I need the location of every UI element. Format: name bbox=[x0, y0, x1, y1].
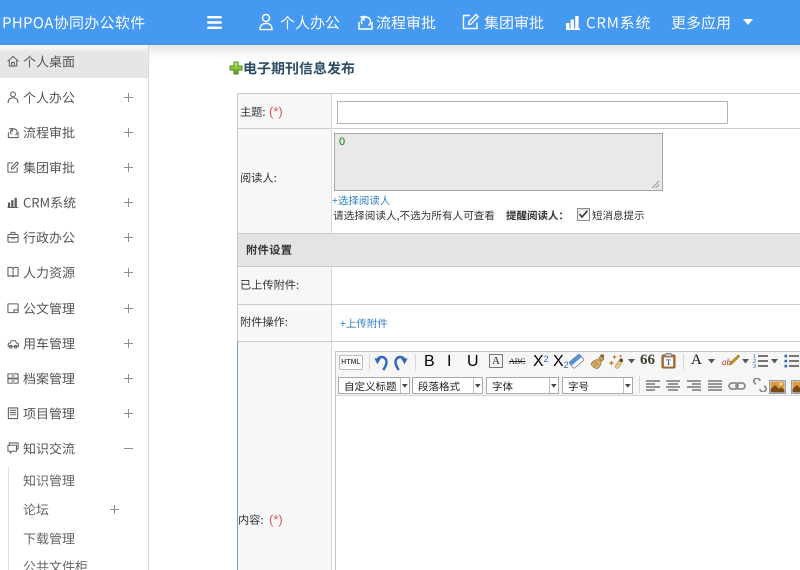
svg-text:T: T bbox=[666, 358, 672, 367]
svg-text:ab: ab bbox=[722, 357, 732, 367]
svg-text:3: 3 bbox=[753, 364, 756, 369]
